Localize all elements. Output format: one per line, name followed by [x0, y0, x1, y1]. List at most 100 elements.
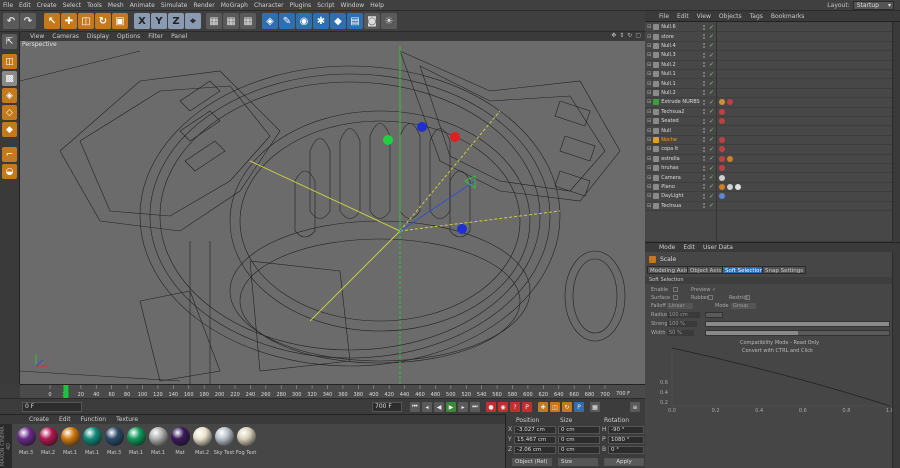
rotate-icon[interactable]: ↻	[95, 13, 111, 29]
visibility-dots[interactable]	[703, 165, 705, 171]
editor-visibility-dot[interactable]	[703, 52, 705, 55]
tab-soft-selection[interactable]: Soft Selection	[722, 266, 766, 274]
strength-slider[interactable]	[705, 321, 890, 327]
attributes-menu-mode[interactable]: Mode	[655, 244, 679, 251]
enabled-check-icon[interactable]: ✓	[709, 52, 714, 59]
expand-icon[interactable]: ⊟	[647, 175, 651, 181]
object-tag-icon[interactable]	[719, 118, 725, 125]
goto-start-icon[interactable]: ⏮	[410, 402, 420, 412]
menu-edit[interactable]: Edit	[16, 2, 34, 9]
attributes-scrollbar[interactable]	[892, 252, 900, 468]
size-y-field[interactable]: 0 cm	[558, 436, 600, 444]
enabled-check-icon[interactable]: ✓	[709, 174, 714, 181]
material-swatch[interactable]: Mat.2	[192, 427, 212, 456]
material-swatch[interactable]: Mat.1	[148, 427, 168, 456]
visibility-dots[interactable]	[703, 109, 705, 115]
move-icon[interactable]: ✚	[61, 13, 77, 29]
tweak-mode-icon[interactable]: ◒	[2, 164, 17, 179]
object-tag-icon[interactable]	[719, 155, 725, 162]
expand-icon[interactable]: ⊟	[647, 99, 651, 105]
editor-visibility-dot[interactable]	[703, 128, 705, 131]
expand-icon[interactable]: ⊟	[647, 165, 651, 171]
rotation-p-field[interactable]: 1080 °	[608, 436, 644, 444]
expand-icon[interactable]: ⊟	[647, 34, 651, 40]
orbit-icon[interactable]: ↻	[627, 32, 632, 39]
object-row[interactable]: ⊟ Null.2 ✓	[645, 61, 892, 70]
render-visibility-dot[interactable]	[703, 131, 705, 134]
render-visibility-dot[interactable]	[703, 149, 705, 152]
menu-select[interactable]: Select	[60, 2, 85, 9]
enabled-check-icon[interactable]: ✓	[709, 24, 714, 31]
object-tag-icon[interactable]	[719, 165, 725, 172]
key-scale-icon[interactable]: ◫	[550, 402, 560, 412]
render-visibility-dot[interactable]	[703, 178, 705, 181]
render-visibility-dot[interactable]	[703, 74, 705, 77]
enabled-check-icon[interactable]: ✓	[709, 136, 714, 143]
material-menu-texture[interactable]: Texture	[111, 416, 143, 423]
pen-icon[interactable]: ✎	[279, 13, 295, 29]
viewport-menu-options[interactable]: Options	[113, 33, 144, 40]
enabled-check-icon[interactable]: ✓	[709, 155, 714, 162]
enabled-check-icon[interactable]: ✓	[709, 146, 714, 153]
expand-icon[interactable]: ⊟	[647, 81, 651, 87]
editor-visibility-dot[interactable]	[703, 156, 705, 159]
falloff-dropdown[interactable]: Linear	[667, 303, 693, 309]
expand-icon[interactable]: ⊟	[647, 90, 651, 96]
material-swatch[interactable]: Mat.3	[16, 427, 36, 456]
apply-button[interactable]: Apply	[604, 458, 644, 466]
render-visibility-dot[interactable]	[703, 206, 705, 209]
tab-modeling-axis[interactable]: Modeling Axis	[647, 266, 692, 274]
play-icon[interactable]: ▶	[446, 402, 456, 412]
menu-file[interactable]: File	[0, 2, 16, 9]
object-row[interactable]: ⊟ Null.1 ✓	[645, 79, 892, 89]
material-swatch[interactable]: Mat.1	[60, 427, 80, 456]
render-visibility-dot[interactable]	[703, 196, 705, 199]
editor-visibility-dot[interactable]	[703, 81, 705, 84]
visibility-dots[interactable]	[703, 81, 705, 87]
menu-mesh[interactable]: Mesh	[105, 2, 127, 9]
expand-icon[interactable]: ⊟	[647, 62, 651, 68]
radius-slider[interactable]	[705, 312, 723, 318]
expand-icon[interactable]: ⊟	[647, 184, 651, 190]
goto-end-icon[interactable]: ⏭	[470, 402, 480, 412]
object-manager-scrollbar[interactable]	[892, 22, 900, 241]
object-row[interactable]: ⊟ store ✓	[645, 32, 892, 42]
enabled-check-icon[interactable]: ✓	[709, 108, 714, 115]
key-position-icon[interactable]: ✚	[538, 402, 548, 412]
size-z-field[interactable]: 0 cm	[558, 446, 600, 454]
visibility-dots[interactable]	[703, 99, 705, 105]
editor-visibility-dot[interactable]	[703, 146, 705, 149]
expand-icon[interactable]: ⊟	[647, 193, 651, 199]
object-row[interactable]: ⊟ Null.1 ✓	[645, 70, 892, 80]
live-select-icon[interactable]: ↖	[44, 13, 60, 29]
object-row[interactable]: ⊟ Noche ✓	[645, 136, 892, 146]
material-swatch[interactable]: Mat	[170, 427, 190, 456]
timeline-settings-icon[interactable]: ≡	[630, 402, 640, 412]
visibility-dots[interactable]	[703, 137, 705, 143]
enabled-check-icon[interactable]: ✓	[709, 165, 714, 172]
visibility-dots[interactable]	[703, 184, 705, 190]
material-swatch[interactable]: Fog Text	[236, 427, 256, 456]
z-handle[interactable]	[457, 224, 467, 234]
editor-visibility-dot[interactable]	[703, 43, 705, 46]
light-icon[interactable]: ☀	[381, 13, 397, 29]
expand-icon[interactable]: ⊟	[647, 109, 651, 115]
object-menu-bookmarks[interactable]: Bookmarks	[767, 13, 809, 20]
render-visibility-dot[interactable]	[703, 84, 705, 87]
subdivision-icon[interactable]: ◉	[296, 13, 312, 29]
menu-mograph[interactable]: MoGraph	[218, 2, 251, 9]
dolly-icon[interactable]: ⇕	[619, 32, 624, 39]
rubber-checkbox[interactable]	[708, 295, 713, 300]
prev-frame-icon[interactable]: ◀	[434, 402, 444, 412]
x-handle[interactable]	[450, 132, 460, 142]
visibility-dots[interactable]	[703, 128, 705, 134]
polygons-mode-icon[interactable]: ◆	[2, 122, 17, 137]
viewport-menu-cameras[interactable]: Cameras	[48, 33, 83, 40]
start-frame-field[interactable]: 0 F	[22, 402, 82, 412]
object-row[interactable]: ⊟ Seated ✓	[645, 117, 892, 127]
viewport-perspective[interactable]	[20, 41, 645, 384]
object-tag-icon[interactable]	[719, 183, 725, 190]
editor-visibility-dot[interactable]	[703, 99, 705, 102]
render-view-icon[interactable]: ▦	[206, 13, 222, 29]
material-menu-function[interactable]: Function	[76, 416, 112, 423]
